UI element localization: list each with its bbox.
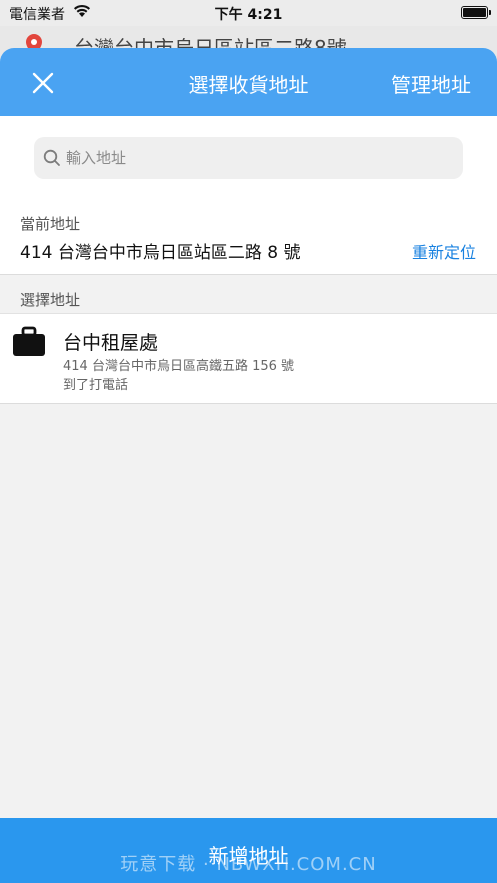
search-input[interactable] [66, 137, 446, 179]
address-note: 到了打電話 [63, 378, 129, 393]
address-list-item[interactable]: 台中租屋處 414 台灣台中市烏日區高鐵五路 156 號 到了打電話 [0, 313, 497, 404]
briefcase-icon [12, 326, 46, 362]
battery-icon [461, 6, 491, 19]
address-detail: 414 台灣台中市烏日區高鐵五路 156 號 [63, 359, 295, 374]
search-area [0, 116, 497, 204]
choose-address-label: 選擇地址 [20, 291, 81, 309]
add-address-label: 新增地址 [208, 844, 289, 868]
status-bar: 電信業者 下午 4:21 [0, 0, 497, 26]
choose-address-header: 選擇地址 [0, 275, 497, 313]
search-box[interactable] [34, 137, 463, 179]
address-name: 台中租屋處 [63, 332, 159, 354]
add-address-button[interactable]: 新增地址 [0, 818, 497, 883]
clock: 下午 4:21 [214, 7, 283, 23]
current-address-value: 414 台灣台中市烏日區站區二路 8 號 [20, 243, 301, 263]
manage-address-button[interactable]: 管理地址 [391, 69, 471, 98]
current-address-label: 當前地址 [20, 215, 81, 233]
sheet-header: 選擇收貨地址 管理地址 [0, 48, 497, 116]
address-picker-sheet: 選擇收貨地址 管理地址 當前地址 414 台灣台中市烏日區站區二路 8 號 重新… [0, 48, 497, 883]
current-address-section: 當前地址 414 台灣台中市烏日區站區二路 8 號 重新定位 [0, 204, 497, 275]
search-icon [43, 149, 61, 171]
relocate-button[interactable]: 重新定位 [412, 239, 476, 263]
